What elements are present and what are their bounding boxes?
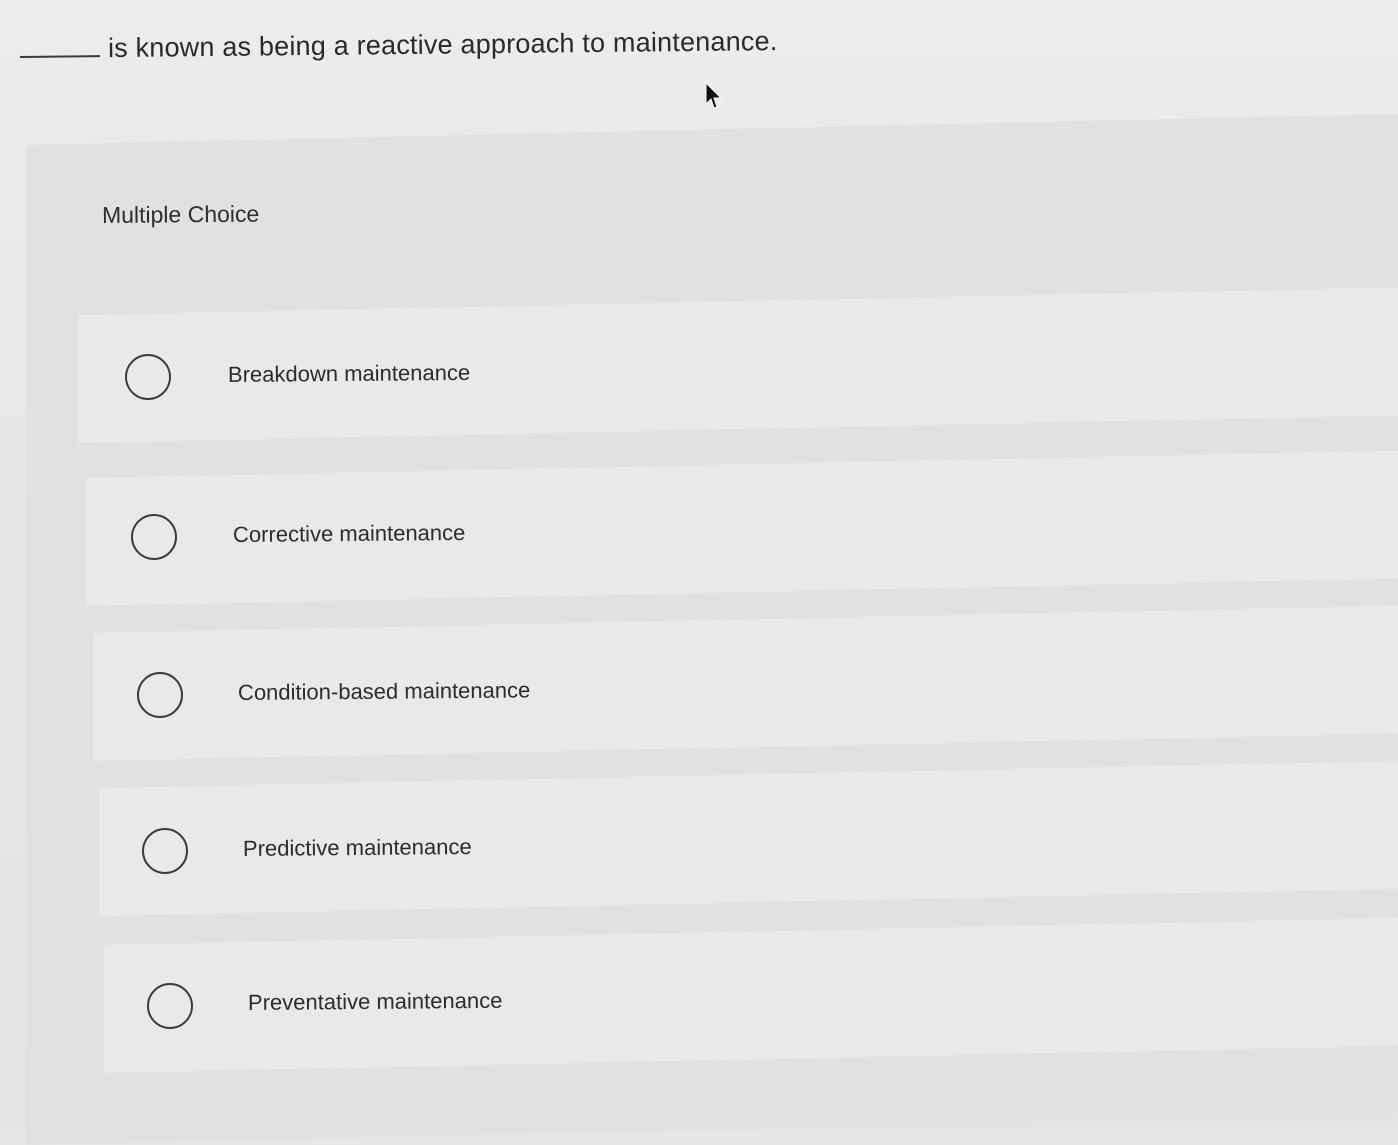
mouse-pointer-icon <box>705 82 722 109</box>
radio-button-icon[interactable] <box>131 514 177 560</box>
multiple-choice-heading: Multiple Choice <box>101 200 260 228</box>
quiz-page: is known as being a reactive approach to… <box>0 0 1398 1145</box>
question-prompt: is known as being a reactive approach to… <box>19 26 778 65</box>
option-label[interactable]: Breakdown maintenance <box>228 360 470 388</box>
option-label[interactable]: Condition-based maintenance <box>238 677 531 706</box>
option-label[interactable]: Preventative maintenance <box>248 988 503 1016</box>
fill-in-blank <box>19 33 101 58</box>
question-text: is known as being a reactive approach to… <box>107 26 778 64</box>
option-label[interactable]: Corrective maintenance <box>233 520 466 548</box>
radio-button-icon[interactable] <box>137 672 183 718</box>
radio-button-icon[interactable] <box>125 354 171 400</box>
radio-button-icon[interactable] <box>147 983 193 1029</box>
radio-button-icon[interactable] <box>142 828 188 874</box>
option-label[interactable]: Predictive maintenance <box>243 834 472 862</box>
